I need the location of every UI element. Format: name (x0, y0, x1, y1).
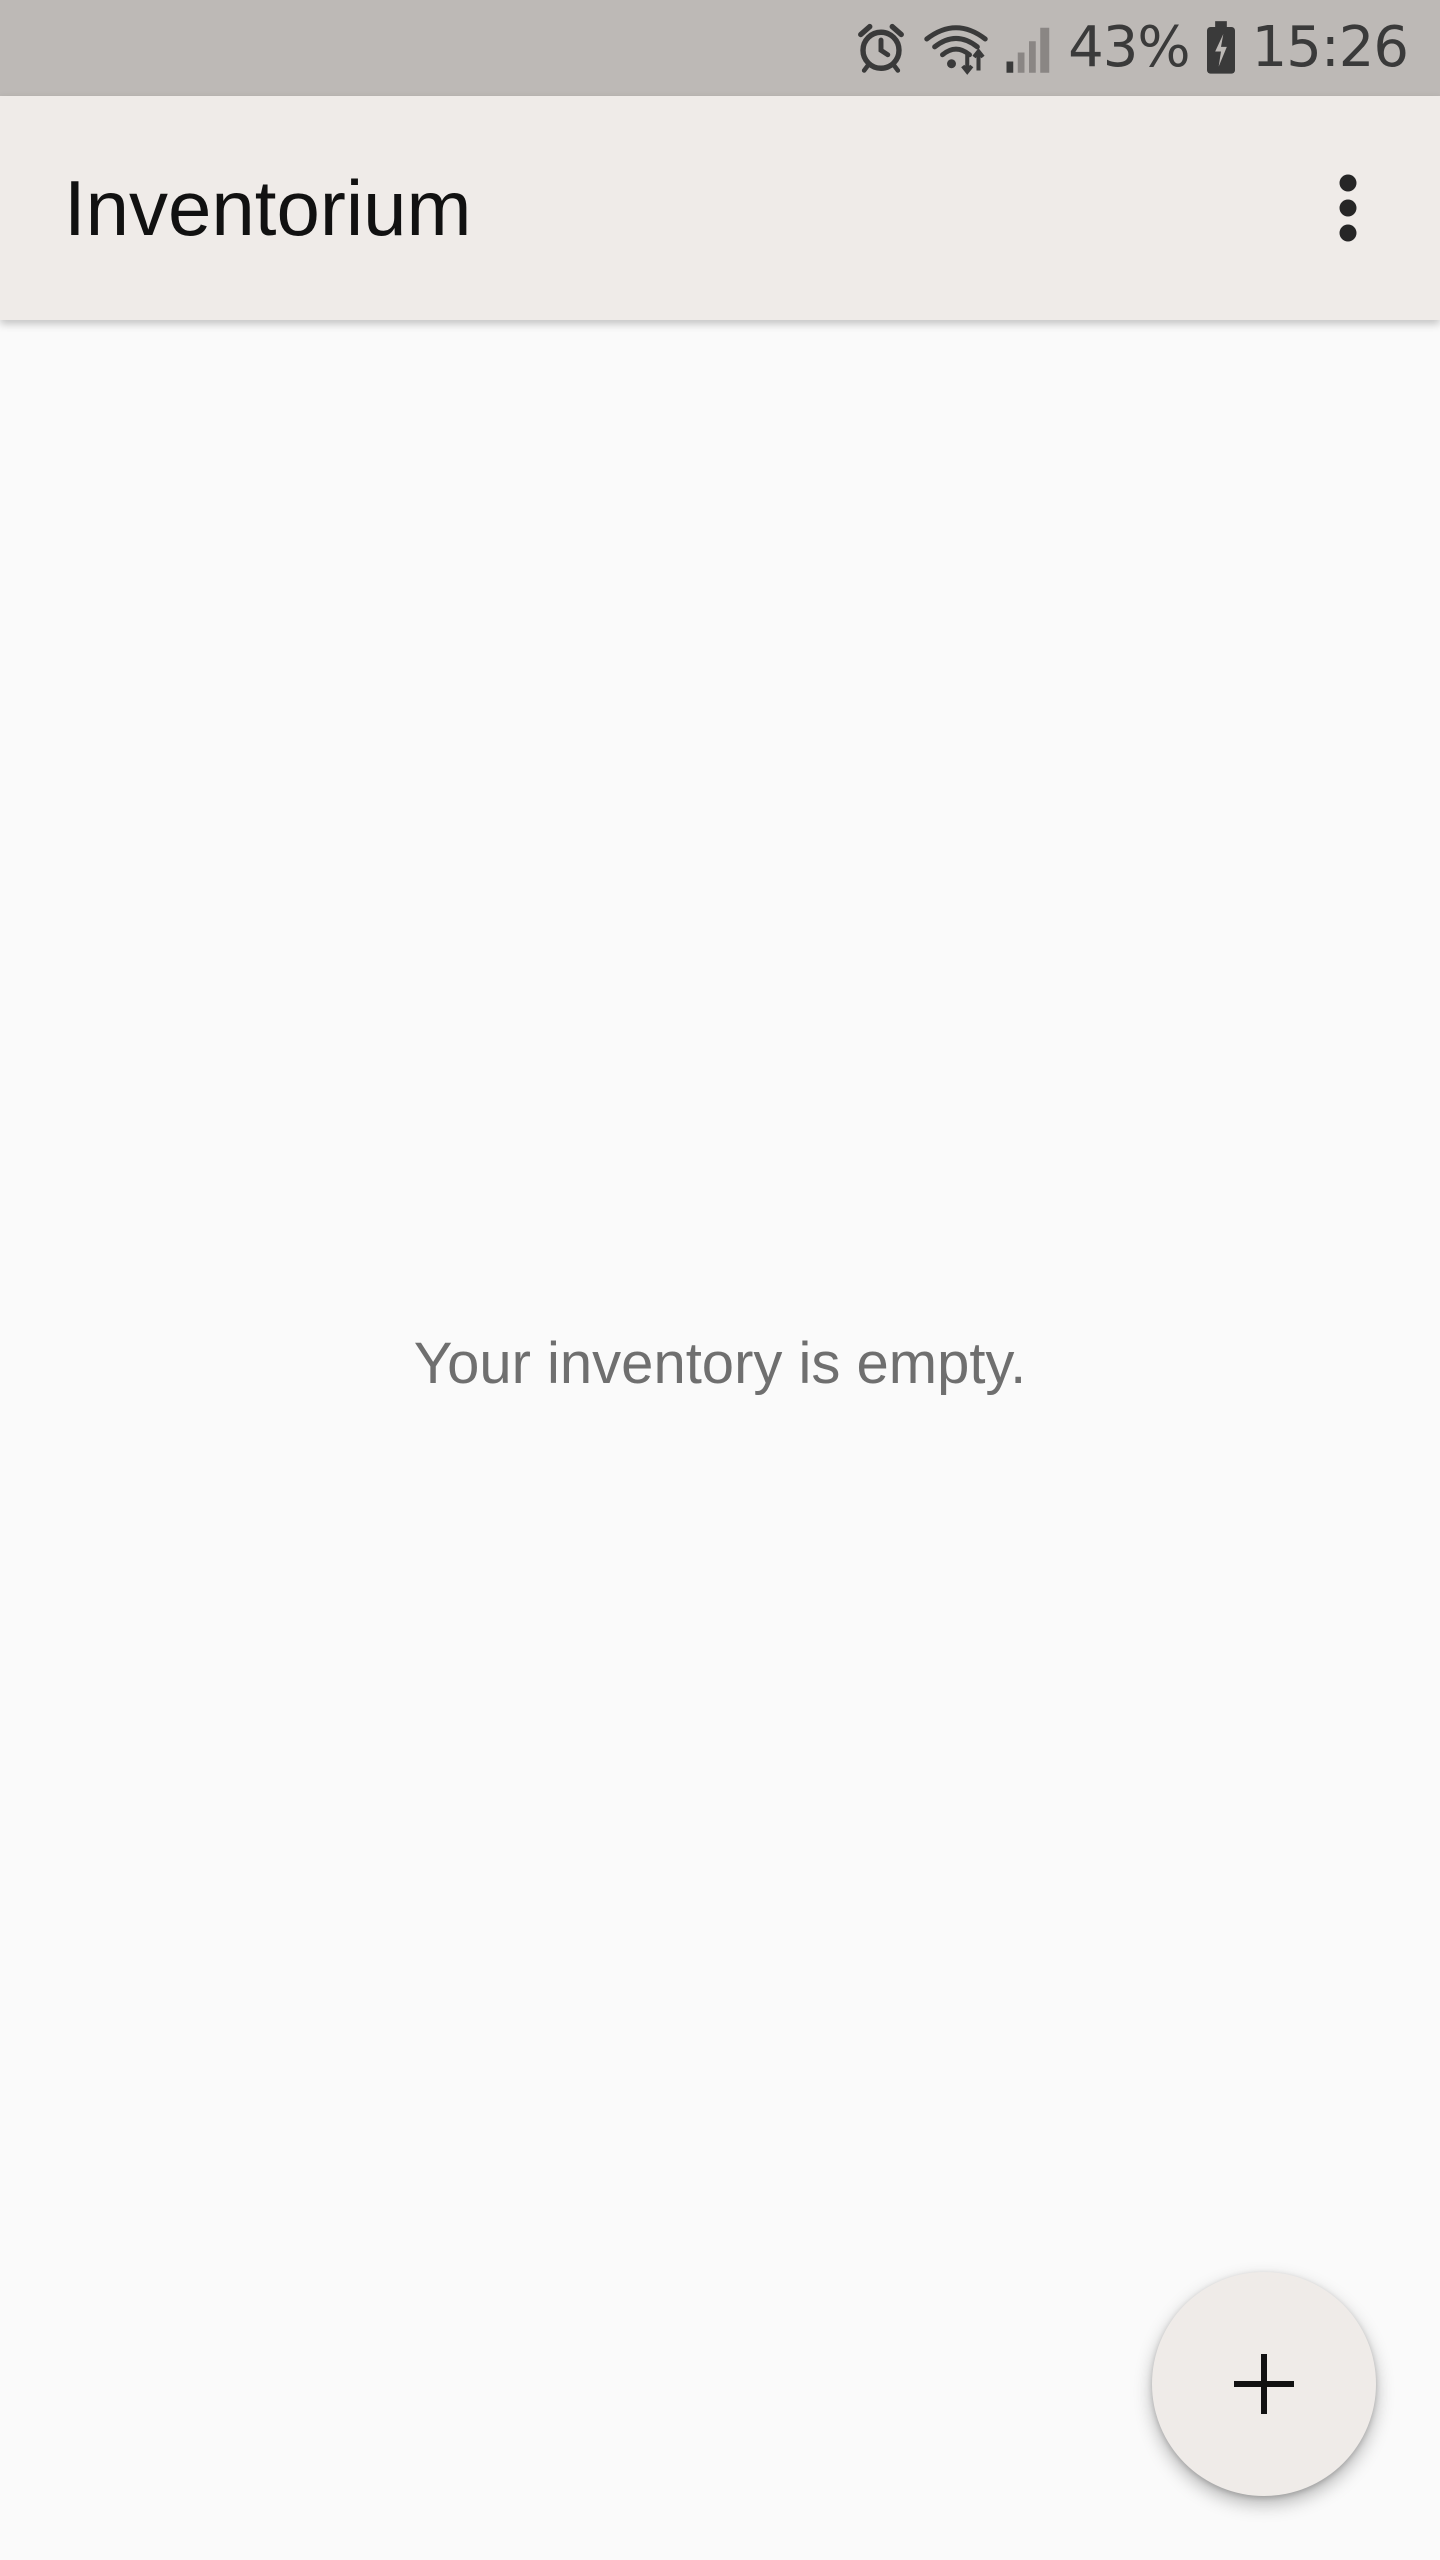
add-icon (1234, 2354, 1294, 2414)
signal-icon (1004, 21, 1054, 75)
status-bar: 43% 15:26 (0, 0, 1440, 96)
battery-percent: 43% (1068, 15, 1190, 80)
overflow-menu-button[interactable] (1296, 156, 1400, 260)
battery-charging-icon (1204, 20, 1238, 76)
inventory-list-area: Your inventory is empty. (0, 320, 1440, 2560)
alarm-icon (854, 21, 908, 75)
app-bar: Inventorium (0, 96, 1440, 320)
wifi-icon (922, 21, 990, 75)
add-item-fab[interactable] (1152, 2272, 1376, 2496)
status-time: 15:26 (1251, 15, 1409, 80)
empty-state-message: Your inventory is empty. (413, 1331, 1027, 1396)
app-title: Inventorium (64, 164, 472, 252)
screen: 43% 15:26 Inventorium Your inventory is … (0, 0, 1440, 2560)
more-vert-icon (1339, 174, 1357, 242)
